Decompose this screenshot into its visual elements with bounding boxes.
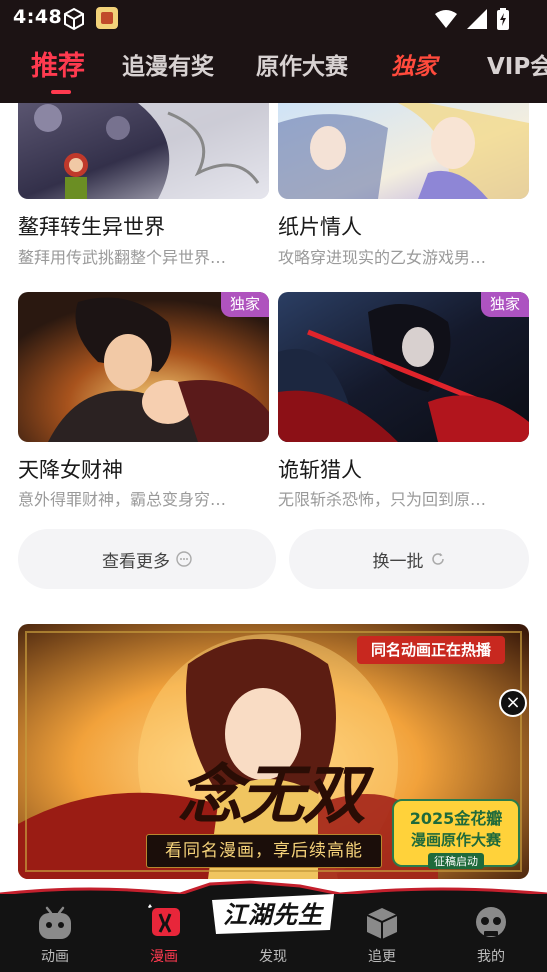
contest-badge: 2025金花瓣 漫画原作大赛 征稿启动 (392, 799, 520, 869)
comic-title: 天降女财神 (18, 458, 123, 482)
tab-original-contest[interactable]: 原作大赛 (256, 44, 348, 90)
refresh-icon (431, 553, 444, 565)
contest-call: 征稿启动 (428, 853, 484, 869)
contest-title: 金花瓣 (454, 809, 503, 828)
comic-title: 诡斩猎人 (278, 458, 362, 482)
exclusive-badge: 独家 (480, 292, 529, 317)
tab-follow-reward[interactable]: 追漫有奖 (122, 44, 214, 90)
more-dots-icon (176, 551, 192, 567)
comic-title: 纸片情人 (278, 215, 362, 239)
nav-item-discover[interactable]: 江湖先生 发现 (212, 894, 334, 972)
skull-face-icon (476, 907, 506, 937)
nav-item-animation[interactable]: 动画 (10, 894, 100, 972)
contest-year: 2025 (409, 809, 455, 828)
exclusive-badge: 独家 (220, 292, 269, 317)
banner-tag: 同名动画正在热播 (356, 636, 505, 664)
nav-label: 发现 (259, 949, 287, 965)
app-notification-icon (96, 7, 118, 29)
nav-label: 我的 (477, 949, 505, 965)
comic-book-icon (148, 904, 180, 936)
tab-recommend[interactable]: 推荐 (31, 44, 85, 90)
comic-cover[interactable] (18, 103, 269, 199)
discover-logo-text: 江湖先生 (223, 900, 323, 929)
comic-cover[interactable] (278, 103, 529, 199)
discover-logo-icon: 江湖先生 (206, 886, 340, 938)
comic-card[interactable]: 独家 诡斩猎人 无限斩杀恐怖，只为回到原… (278, 292, 529, 509)
close-icon[interactable]: × (499, 689, 527, 717)
tv-mascot-icon (39, 906, 71, 939)
top-header: 4:48 推荐 追漫有奖 原作大赛 独家 VIP会 (0, 0, 547, 103)
battery-icon (497, 8, 509, 30)
nav-item-comics[interactable]: 漫画 (119, 894, 209, 972)
tab-vip[interactable]: VIP会 (487, 44, 547, 90)
active-tab-indicator (51, 90, 71, 94)
cube-box-icon (366, 908, 398, 939)
bottom-navigation: 动画 漫画 江湖先生 发现 追更 我的 (0, 894, 547, 972)
view-more-label: 查看更多 (102, 551, 170, 572)
status-indicators (435, 8, 509, 30)
comic-title: 鳌拜转生异世界 (18, 215, 165, 239)
status-bar: 4:48 (0, 0, 547, 36)
refresh-batch-button[interactable]: 换一批 (289, 529, 529, 589)
comic-description: 鳌拜用传武挑翻整个异世界… (18, 248, 227, 267)
contest-subtitle: 漫画原作大赛 (410, 831, 501, 849)
nav-label: 漫画 (150, 949, 178, 965)
comic-cover[interactable]: 独家 (278, 292, 529, 442)
comic-description: 无限斩杀恐怖，只为回到原… (278, 490, 487, 509)
nav-item-follow[interactable]: 追更 (337, 894, 427, 972)
comic-card[interactable]: 鳌拜转生异世界 鳌拜用传武挑翻整个异世界… (18, 103, 269, 268)
banner-title-art: 念无双 (178, 758, 366, 833)
nav-label: 动画 (41, 949, 69, 965)
comic-card[interactable]: 纸片情人 攻略穿进现实的乙女游戏男… (278, 103, 529, 268)
refresh-batch-label: 换一批 (372, 551, 424, 572)
nav-label: 追更 (368, 949, 396, 965)
wifi-icon (435, 10, 457, 28)
comic-description: 意外得罪财神，霸总变身穷… (18, 490, 227, 509)
comic-cover[interactable]: 独家 (18, 292, 269, 442)
signal-icon (467, 9, 487, 29)
view-more-button[interactable]: 查看更多 (18, 529, 276, 589)
promo-banner[interactable]: 同名动画正在热播 念无双 看同名漫画，享后续高能 2025金花瓣 漫画原作大赛 … (18, 624, 529, 879)
cube-icon (64, 7, 84, 31)
banner-caption: 看同名漫画，享后续高能 (146, 834, 382, 868)
status-time: 4:48 (13, 6, 63, 28)
comic-card[interactable]: 独家 天降女财神 意外得罪财神，霸总变身穷… (18, 292, 269, 509)
tab-exclusive[interactable]: 独家 (391, 44, 437, 90)
comic-description: 攻略穿进现实的乙女游戏男… (278, 248, 487, 267)
nav-item-mine[interactable]: 我的 (446, 894, 536, 972)
